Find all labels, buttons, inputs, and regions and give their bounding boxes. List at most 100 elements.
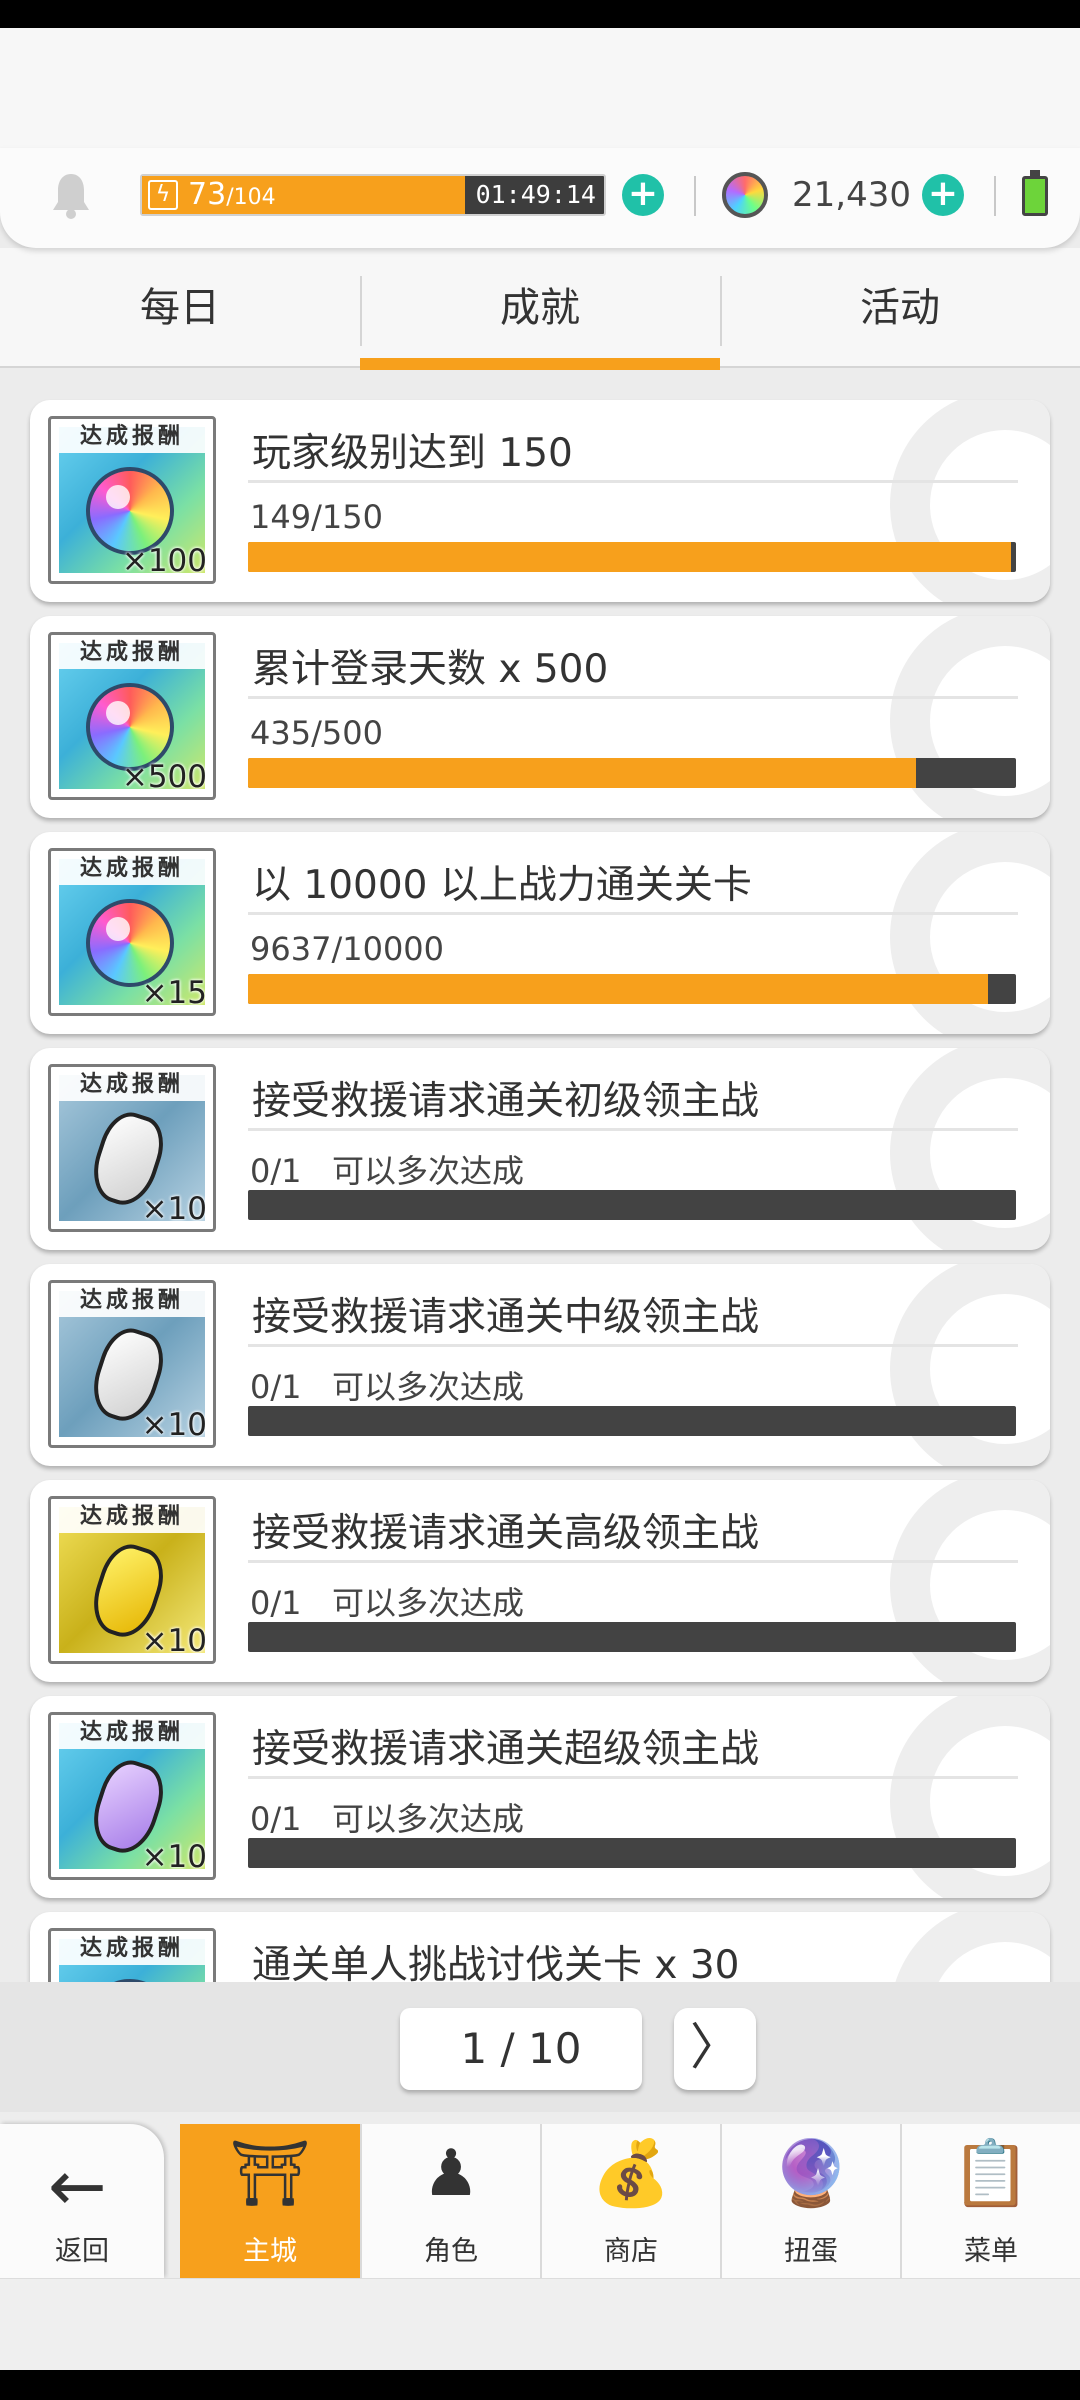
tab-bar: 每日 成就 活动 xyxy=(0,248,1080,370)
achievement-card[interactable]: 达成报酬 ×10 接受救援请求通关初级领主战 0/1 可以多次达成 xyxy=(30,1048,1050,1250)
next-page-button[interactable]: 〉 xyxy=(674,2008,756,2090)
gacha-icon: 🔮 xyxy=(771,2137,851,2211)
repeatable-note: 可以多次达成 xyxy=(301,1584,525,1622)
progress-count: 0/1 xyxy=(250,1584,302,1622)
page-indicator: 1 / 10 xyxy=(400,2008,642,2090)
nav-item-gacha[interactable]: 🔮 扭蛋 xyxy=(720,2124,900,2278)
reward-label: 达成报酬 xyxy=(59,853,205,885)
achievement-progress: 0/1 可以多次达成 xyxy=(250,1146,524,1192)
achievement-card[interactable]: 达成报酬 通关单人挑战讨伐关卡 x 30 xyxy=(30,1912,1050,1982)
achievement-progress: 0/1 可以多次达成 xyxy=(250,1578,524,1624)
progress-bar xyxy=(248,1838,1016,1868)
stamina-value: 73/104 xyxy=(188,177,276,212)
progress-bar-fill xyxy=(248,758,917,788)
achievement-card[interactable]: 达成报酬 ×10 接受救援请求通关高级领主战 0/1 可以多次达成 xyxy=(30,1480,1050,1682)
reward-quantity: ×10 xyxy=(141,1839,207,1875)
menu-icon: 📋 xyxy=(951,2137,1031,2211)
rainbow-orb-icon xyxy=(86,899,174,987)
repeatable-note: 可以多次达成 xyxy=(301,1368,525,1406)
tab-events[interactable]: 活动 xyxy=(720,248,1080,368)
pager: 1 / 10 〉 xyxy=(0,1982,1080,2112)
progress-bar xyxy=(248,1190,1016,1220)
progress-bar xyxy=(248,758,1016,788)
reward-box[interactable]: 达成报酬 ×100 xyxy=(48,416,216,584)
shop-icon: 💰 xyxy=(591,2137,671,2211)
castle-icon: ⛩ xyxy=(229,2137,311,2211)
reward-label: 达成报酬 xyxy=(59,421,205,453)
stamina-bar: ϟ 73/104 01:49:14 xyxy=(140,174,606,216)
title-underline xyxy=(248,912,1018,915)
nav-item-shop[interactable]: 💰 商店 xyxy=(540,2124,720,2278)
add-stamina-button[interactable]: + xyxy=(622,174,664,216)
system-nav-bar xyxy=(0,2370,1080,2400)
achievement-progress: 0/1 可以多次达成 xyxy=(250,1362,524,1408)
card-decoration xyxy=(890,1912,1050,1982)
title-underline xyxy=(248,480,1018,483)
reward-box[interactable]: 达成报酬 ×10 xyxy=(48,1064,216,1232)
reward-label: 达成报酬 xyxy=(59,1501,205,1533)
system-status-bar xyxy=(0,0,1080,28)
achievement-title: 接受救援请求通关初级领主战 xyxy=(252,1079,760,1124)
stamina-timer: 01:49:14 xyxy=(475,180,596,209)
title-underline xyxy=(248,1776,1018,1779)
achievement-list[interactable]: 达成报酬 ×100 玩家级别达到 150 149/150 达成报酬 ×500 累计登录天数 … xyxy=(0,370,1080,1982)
progress-count: 0/1 xyxy=(250,1368,302,1406)
reward-quantity: ×500 xyxy=(121,759,207,795)
progress-bar xyxy=(248,1622,1016,1652)
nav-label: 主城 xyxy=(243,2236,297,2267)
bell-icon[interactable] xyxy=(50,170,92,220)
reward-label: 达成报酬 xyxy=(59,637,205,669)
achievement-progress: 9637/10000 xyxy=(250,930,444,968)
achievement-card[interactable]: 达成报酬 ×100 玩家级别达到 150 149/150 xyxy=(30,400,1050,602)
reward-quantity: ×10 xyxy=(141,1623,207,1659)
tab-daily[interactable]: 每日 xyxy=(0,248,360,368)
achievement-card[interactable]: 达成报酬 ×15 以 10000 以上战力通关关卡 9637/10000 xyxy=(30,832,1050,1034)
progress-bar xyxy=(248,542,1016,572)
progress-count: 0/1 xyxy=(250,1800,302,1838)
achievement-card[interactable]: 达成报酬 ×10 接受救援请求通关中级领主战 0/1 可以多次达成 xyxy=(30,1264,1050,1466)
achievement-title: 累计登录天数 x 500 xyxy=(252,647,609,692)
achievement-progress: 149/150 xyxy=(250,498,383,536)
nav-item-menu[interactable]: 📋 菜单 xyxy=(900,2124,1080,2278)
top-spacer xyxy=(0,28,1080,148)
nav-label: 扭蛋 xyxy=(784,2236,838,2267)
battery-icon xyxy=(1022,170,1048,216)
reward-box[interactable]: 达成报酬 ×10 xyxy=(48,1712,216,1880)
add-gems-button[interactable]: + xyxy=(922,174,964,216)
reward-label: 达成报酬 xyxy=(59,1933,205,1965)
title-underline xyxy=(248,1560,1018,1563)
achievement-title: 接受救援请求通关高级领主战 xyxy=(252,1511,760,1556)
reward-box[interactable]: 达成报酬 ×10 xyxy=(48,1496,216,1664)
tab-achievements[interactable]: 成就 xyxy=(360,248,720,370)
progress-bar xyxy=(248,974,1016,1004)
achievement-title: 接受救援请求通关超级领主战 xyxy=(252,1727,760,1772)
reward-box[interactable]: 达成报酬 ×10 xyxy=(48,1280,216,1448)
arrow-left-icon: ← xyxy=(48,2145,107,2227)
achievement-title: 玩家级别达到 150 xyxy=(252,431,573,476)
title-underline xyxy=(248,1128,1018,1131)
reward-label: 达成报酬 xyxy=(59,1717,205,1749)
repeatable-note: 可以多次达成 xyxy=(301,1800,525,1838)
rainbow-orb-icon xyxy=(86,683,174,771)
progress-count: 435/500 xyxy=(250,714,383,752)
chevron-right-icon: 〉 xyxy=(690,2018,740,2076)
reward-label: 达成报酬 xyxy=(59,1069,205,1101)
nav-item-character[interactable]: ♟ 角色 xyxy=(360,2124,540,2278)
gem-icon xyxy=(722,172,768,218)
reward-label: 达成报酬 xyxy=(59,1285,205,1317)
reward-box[interactable]: 达成报酬 xyxy=(48,1928,216,1982)
back-button[interactable]: ← 返回 xyxy=(0,2124,164,2278)
nav-item-castle[interactable]: ⛩ 主城 xyxy=(180,2124,360,2278)
achievement-card[interactable]: 达成报酬 ×500 累计登录天数 x 500 435/500 xyxy=(30,616,1050,818)
achievement-card[interactable]: 达成报酬 ×10 接受救援请求通关超级领主战 0/1 可以多次达成 xyxy=(30,1696,1050,1898)
reward-box[interactable]: 达成报酬 ×500 xyxy=(48,632,216,800)
nav-label: 菜单 xyxy=(964,2236,1018,2267)
achievement-progress: 435/500 xyxy=(250,714,383,752)
progress-count: 9637/10000 xyxy=(250,930,445,968)
progress-count: 149/150 xyxy=(250,498,383,536)
rainbow-orb-icon xyxy=(86,467,174,555)
nav-label: 商店 xyxy=(604,2236,658,2267)
back-label: 返回 xyxy=(55,2236,109,2267)
reward-box[interactable]: 达成报酬 ×15 xyxy=(48,848,216,1016)
progress-bar-fill xyxy=(248,974,989,1004)
